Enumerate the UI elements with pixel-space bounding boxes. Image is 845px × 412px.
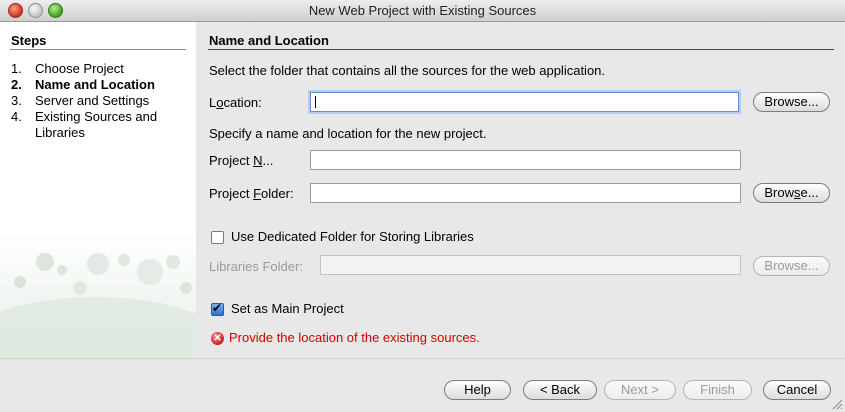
- label-text: Project: [209, 186, 254, 201]
- title-bar: New Web Project with Existing Sources: [0, 0, 845, 22]
- section-title: Name and Location: [209, 33, 329, 48]
- button-bar: Help < Back Next > Finish Cancel: [0, 358, 845, 412]
- location-field[interactable]: [310, 92, 739, 112]
- section-divider: [208, 49, 834, 50]
- close-window-button[interactable]: [8, 3, 23, 18]
- project-folder-label: Project Folder:: [209, 186, 294, 201]
- finish-button[interactable]: Finish: [683, 380, 752, 400]
- dedicated-folder-label[interactable]: Use Dedicated Folder for Storing Librari…: [231, 229, 474, 244]
- steps-title: Steps: [11, 33, 47, 48]
- step-label: Existing Sources and Libraries: [35, 109, 158, 140]
- error-icon: ✕: [211, 332, 224, 345]
- project-instruction: Specify a name and location for the new …: [209, 126, 487, 141]
- step-choose-project: 1. Choose Project: [11, 61, 191, 77]
- back-button[interactable]: < Back: [523, 380, 597, 400]
- libraries-folder-browse-button[interactable]: Browse...: [753, 256, 830, 276]
- project-folder-browse-button[interactable]: Browse...: [753, 183, 830, 203]
- minimize-window-button[interactable]: [28, 3, 43, 18]
- step-server-and-settings: 3. Server and Settings: [11, 93, 191, 109]
- step-label: Name and Location: [35, 77, 155, 92]
- text-caret: [315, 96, 316, 108]
- step-name-and-location: 2. Name and Location: [11, 77, 191, 93]
- steps-pane: Steps 1. Choose Project 2. Name and Locati…: [0, 22, 196, 358]
- label-text: older:: [261, 186, 294, 201]
- project-name-field[interactable]: [310, 150, 741, 170]
- steps-divider: [10, 49, 186, 50]
- project-folder-field[interactable]: [310, 183, 741, 203]
- button-text: Brow: [764, 185, 795, 200]
- project-name-label: Project N...: [209, 153, 273, 168]
- main-project-label[interactable]: Set as Main Project: [231, 301, 344, 316]
- label-mnemonic: F: [253, 186, 262, 201]
- step-label: Choose Project: [35, 61, 124, 76]
- window-title: New Web Project with Existing Sources: [308, 3, 537, 18]
- dedicated-folder-checkbox[interactable]: [211, 231, 224, 244]
- libraries-folder-label: Libraries Folder:: [209, 259, 303, 274]
- step-label: Server and Settings: [35, 93, 150, 108]
- cancel-button[interactable]: Cancel: [763, 380, 831, 400]
- location-label: Location:: [209, 95, 262, 110]
- button-text: e...: [800, 185, 819, 200]
- decorative-bubbles-image: [0, 232, 196, 358]
- libraries-folder-field[interactable]: [320, 255, 741, 275]
- step-number: 2.: [11, 77, 22, 92]
- error-message: Provide the location of the existing sou…: [229, 330, 480, 345]
- location-browse-button[interactable]: Browse...: [753, 92, 830, 112]
- help-button[interactable]: Help: [444, 380, 511, 400]
- step-number: 4.: [11, 109, 22, 124]
- step-number: 3.: [11, 93, 22, 108]
- zoom-window-button[interactable]: [48, 3, 63, 18]
- location-instruction: Select the folder that contains all the …: [209, 63, 606, 78]
- step-number: 1.: [11, 61, 22, 76]
- resize-grip-icon[interactable]: [831, 398, 843, 410]
- next-button[interactable]: Next >: [604, 380, 676, 400]
- step-existing-sources-and-libraries: 4. Existing Sources and Libraries: [11, 109, 191, 141]
- content-panel: Name and Location Select the folder that…: [196, 22, 845, 358]
- main-project-checkbox[interactable]: [211, 301, 224, 316]
- label-text: ...: [262, 153, 274, 168]
- label-text: cation:: [223, 95, 262, 110]
- label-text: Project: [209, 153, 254, 168]
